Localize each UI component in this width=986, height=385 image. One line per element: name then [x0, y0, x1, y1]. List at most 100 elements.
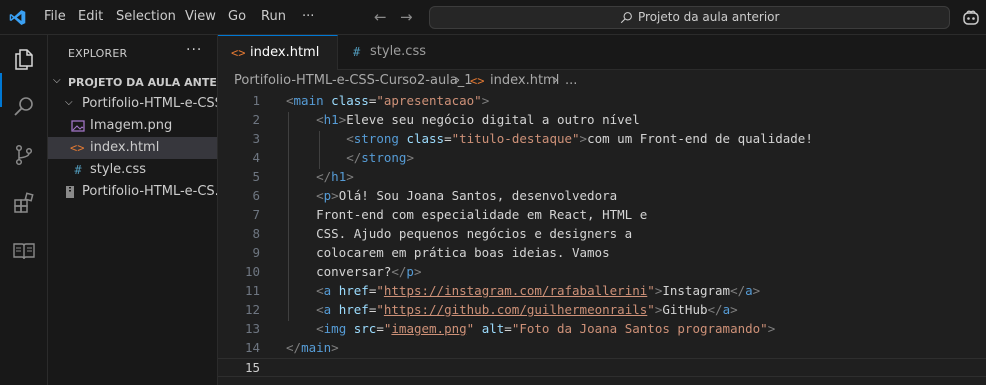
chevron-down-icon: ⌵ — [53, 75, 61, 86]
code-token: a — [722, 302, 731, 317]
book-icon[interactable] — [12, 239, 36, 263]
code-token: < — [316, 302, 324, 317]
code-line[interactable]: 2 <h1>Eleve seu negócio digital a outro … — [218, 111, 986, 130]
menu-go[interactable]: Go — [228, 9, 246, 24]
code-text: <strong class="titulo-destaque">com um F… — [286, 131, 813, 146]
code-token: conversar? — [286, 264, 392, 279]
menu-file[interactable]: File — [44, 9, 66, 24]
code-token: < — [316, 112, 324, 127]
explorer-sidebar: EXPLORER ··· ⌵ PROJETO DA AULA ANTER... … — [48, 35, 218, 385]
code-token: Instagram — [662, 283, 731, 298]
code-token: GitHub — [662, 302, 708, 317]
code-line[interactable]: 8 CSS. Ajudo pequenos negócios e designe… — [218, 225, 986, 244]
extensions-icon[interactable] — [12, 191, 36, 215]
code-line[interactable]: 3 <strong class="titulo-destaque">com um… — [218, 130, 986, 149]
code-line[interactable]: 10 conversar?</p> — [218, 263, 986, 282]
code-token: > — [730, 302, 738, 317]
html-file-icon: <> — [70, 141, 85, 155]
tree-file-style-css[interactable]: # style.css — [48, 159, 217, 181]
command-center-search[interactable]: Projeto da aula anterior — [429, 6, 950, 29]
code-token: com um Front-end de qualidade! — [587, 131, 813, 146]
code-token: < — [316, 188, 324, 203]
code-token: </ — [346, 150, 362, 165]
tree-file-imagem[interactable]: Imagem.png — [48, 115, 217, 137]
code-line[interactable]: 9 colocarem em prática boas ideias. Vamo… — [218, 244, 986, 263]
code-line[interactable]: 11 <a href="https://instagram.com/rafaba… — [218, 282, 986, 301]
code-line[interactable]: 12 <a href="https://github.com/guilherme… — [218, 301, 986, 320]
code-token: > — [579, 131, 588, 146]
code-token: Olá! Sou Joana Santos, desenvolvedora — [338, 188, 618, 203]
code-token: p — [406, 264, 414, 279]
code-line[interactable]: 14 </main> — [218, 339, 986, 358]
code-token: strong — [361, 150, 407, 165]
code-token: </ — [316, 169, 332, 184]
folder-label: Portifolio-HTML-e-CSS... — [82, 96, 217, 111]
tree-file-index-html[interactable]: <> index.html — [48, 137, 217, 159]
code-line[interactable]: 13 <img src="imagem.png" alt="Foto da Jo… — [218, 320, 986, 339]
code-token: h1 — [323, 112, 339, 127]
code-token: "titulo-destaque" — [451, 131, 580, 146]
code-token: > — [752, 283, 761, 298]
code-token: href — [338, 302, 369, 317]
tree-project-folder[interactable]: ⌵ Portifolio-HTML-e-CSS... — [48, 93, 217, 115]
breadcrumb-file[interactable]: index.html — [490, 73, 559, 88]
code-line[interactable]: 15 — [218, 358, 986, 377]
code-token: > — [413, 264, 422, 279]
forward-arrow-icon[interactable]: → — [400, 8, 413, 26]
breadcrumb-symbol[interactable]: ... — [565, 73, 577, 88]
code-line[interactable]: 5 </h1> — [218, 168, 986, 187]
code-line[interactable]: 7 Front-end com especialidade em React, … — [218, 206, 986, 225]
tab-label: index.html — [250, 45, 320, 60]
menu-more[interactable]: ··· — [302, 9, 314, 24]
copilot-icon[interactable] — [962, 9, 980, 26]
code-text: </strong> — [286, 150, 414, 165]
code-token: = — [444, 131, 452, 146]
code-editor[interactable]: 1 <main class="apresentacao"> 2 <h1>Eleve … — [218, 92, 986, 385]
code-token: Front-end com especialidade em React, HT… — [286, 207, 648, 222]
code-token: </ — [391, 264, 407, 279]
menu-run[interactable]: Run — [261, 9, 286, 24]
tab-index-html[interactable]: <> index.html — [218, 35, 338, 70]
search-icon[interactable] — [12, 95, 36, 119]
code-line[interactable]: 1 <main class="apresentacao"> — [218, 92, 986, 111]
image-file-icon — [71, 120, 85, 132]
explorer-more-button[interactable]: ··· — [186, 42, 202, 58]
code-line[interactable]: 4 </strong> — [218, 149, 986, 168]
code-token: < — [286, 93, 294, 108]
code-line[interactable]: 6 <p>Olá! Sou Joana Santos, desenvolvedo… — [218, 187, 986, 206]
code-text: <p>Olá! Sou Joana Santos, desenvolvedora — [286, 188, 617, 203]
tree-file-zip[interactable]: Portifolio-HTML-e-CS... — [48, 181, 217, 203]
chevron-right-icon: › — [553, 73, 559, 88]
menu-selection[interactable]: Selection — [116, 9, 176, 24]
explorer-files-icon[interactable] — [12, 47, 36, 71]
code-token: = — [504, 321, 512, 336]
code-token: " — [647, 302, 655, 317]
breadcrumb-folder[interactable]: Portifolio-HTML-e-CSS-Curso2-aula_1 — [234, 73, 473, 88]
code-text: <a href="https://github.com/guilhermeonr… — [286, 302, 738, 317]
breadcrumb: Portifolio-HTML-e-CSS-Curso2-aula_1 › <>… — [218, 70, 986, 92]
code-token: "Foto da Joana Santos programando" — [511, 321, 768, 336]
tree-root-folder[interactable]: ⌵ PROJETO DA AULA ANTER... — [48, 71, 217, 93]
code-text: conversar?</p> — [286, 264, 421, 279]
code-token: > — [767, 321, 776, 336]
tab-style-css[interactable]: # style.css — [339, 35, 439, 70]
html-file-icon: <> — [231, 46, 246, 60]
line-number: 6 — [252, 188, 260, 203]
menu-edit[interactable]: Edit — [78, 9, 103, 24]
code-token: CSS. Ajudo pequenos negócios e designers… — [286, 226, 633, 241]
code-token: = — [376, 321, 384, 336]
line-number: 11 — [244, 283, 260, 298]
code-token: https://instagram.com/rafaballerini — [383, 283, 648, 298]
line-number: 13 — [244, 321, 260, 336]
code-token: class — [331, 93, 369, 108]
code-token: " — [376, 302, 384, 317]
source-control-icon[interactable] — [12, 143, 36, 167]
back-arrow-icon[interactable]: ← — [374, 8, 387, 26]
menu-view[interactable]: View — [185, 9, 216, 24]
vscode-logo-icon — [9, 10, 26, 25]
editor-tabs: <> index.html # style.css — [218, 35, 986, 70]
code-text: <main class="apresentacao"> — [286, 93, 489, 108]
